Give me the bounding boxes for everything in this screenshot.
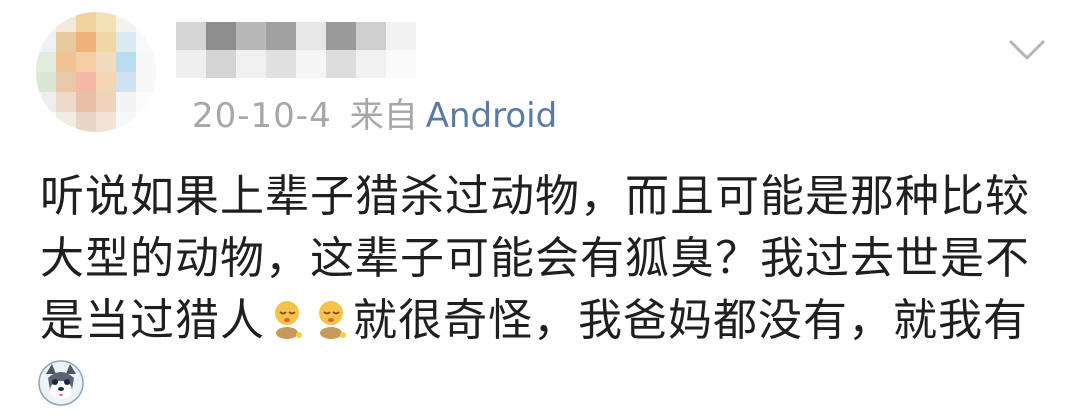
comment-body: 听说如果上辈子猎杀过动物，而且可能是那种比较 大型的动物，这辈子可能会有狐臭？我… (40, 166, 1040, 352)
comment-line-3-end: 就很奇怪，我爸妈都没有，就我有 (353, 295, 1028, 346)
source-platform: Android (425, 96, 558, 136)
husky-sticker-icon (38, 360, 84, 406)
comment-line-1: 听说如果上辈子猎杀过动物，而且可能是那种比较 (40, 171, 1030, 222)
source-prefix: 来自 (349, 96, 418, 136)
avatar[interactable] (36, 12, 156, 132)
sleepy-baby-emoji-icon (275, 301, 302, 339)
comment-line-2: 大型的动物，这辈子可能会有狐臭？我过去世是不 (40, 233, 1030, 284)
chevron-down-icon[interactable] (1005, 28, 1049, 72)
post-date: 20-10-4 (192, 96, 332, 136)
comment-line-3: 是当过猎人 就很奇怪，我爸妈都没有，就我有 (40, 290, 1040, 352)
post-meta: 20-10-4 来自 Android (192, 96, 557, 136)
comment-card: 20-10-4 来自 Android 听说如果上辈子猎杀过动物，而且可能是那种比较 … (0, 0, 1080, 416)
comment-line-3-start: 是当过猎人 (40, 295, 265, 346)
author-name-redacted[interactable] (176, 22, 416, 78)
sleepy-baby-emoji-icon (319, 301, 346, 339)
